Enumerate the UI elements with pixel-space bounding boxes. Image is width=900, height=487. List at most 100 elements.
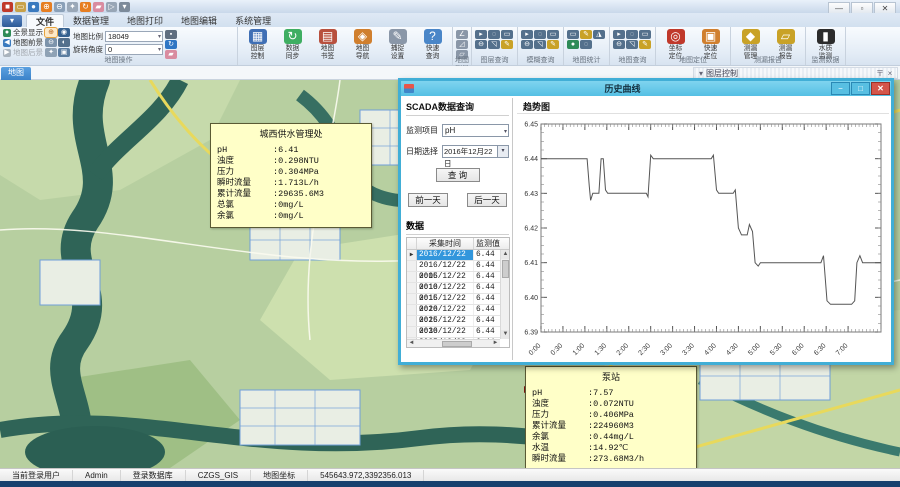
tool-icon[interactable]: ◌	[488, 30, 500, 39]
save-map-icon[interactable]: ▪	[165, 30, 177, 39]
table-row[interactable]: 2016/12/22 0:356.44	[407, 327, 509, 338]
ribbon-tab-3[interactable]: 地图打印	[118, 14, 172, 27]
tool-icon[interactable]: ◹	[488, 40, 500, 49]
vertical-scroll-thumb[interactable]	[502, 260, 509, 278]
eraser-icon[interactable]: ▰	[93, 2, 104, 12]
pan-icon[interactable]: ✦	[67, 2, 78, 12]
zoom-out-icon[interactable]: ⊖	[54, 2, 65, 12]
ribbon-tab-4[interactable]: 地图编辑	[172, 14, 226, 27]
refresh-icon[interactable]: ↻	[80, 2, 91, 12]
button-label-line: 图层	[251, 45, 265, 53]
rotation-combo[interactable]: 0	[105, 44, 163, 55]
ribbon-tab-1[interactable]: 文件	[26, 14, 64, 27]
ribbon-button-地图导航[interactable]: ◈地图导航	[346, 28, 379, 56]
open-map-icon[interactable]: ▭	[15, 2, 26, 12]
search-button[interactable]: 查 询	[436, 168, 480, 182]
table-row[interactable]: 2016/12/22 0:106.44	[407, 272, 509, 283]
tool-icon[interactable]: ▸	[613, 30, 625, 39]
tool-icon[interactable]: ⊖	[475, 40, 487, 49]
tool-icon[interactable]: ▸	[475, 30, 487, 39]
ribbon-button-快速定位[interactable]: ▣快速定位	[694, 28, 727, 56]
table-row[interactable]: 2016/12/22 0:206.44	[407, 294, 509, 305]
nav-button-1[interactable]: ●全景显示	[3, 28, 43, 37]
table-row[interactable]: 2016/12/22 0:156.44	[407, 283, 509, 294]
app-menu-button[interactable]: ▾	[2, 15, 22, 27]
table-row[interactable]: ▶2016/12/226.44	[407, 250, 509, 261]
group-label-4: 模糊查询	[518, 56, 563, 65]
table-row[interactable]: 2016/12/22 0:056.44	[407, 261, 509, 272]
dialog-titlebar[interactable]: 历史曲线 − □ ✕	[401, 81, 891, 96]
swap-view-tool[interactable]: ◐	[58, 38, 70, 47]
ribbon-tab-5[interactable]: 系统管理	[226, 14, 280, 27]
full-extent-tool[interactable]: ◉	[58, 28, 70, 37]
scroll-right-icon[interactable]: ►	[491, 340, 500, 348]
tool-icon[interactable]: ▭	[501, 30, 513, 39]
chevron-down-icon[interactable]: ▾	[696, 69, 706, 78]
tool-icon[interactable]: ◹	[534, 40, 546, 49]
scroll-up-icon[interactable]: ▲	[501, 250, 510, 259]
tool-icon[interactable]: ▸	[521, 30, 533, 39]
app-logo-icon[interactable]: ■	[2, 2, 13, 12]
previous-day-button[interactable]: 前一天	[408, 193, 448, 207]
ribbon-button-捕捉设置[interactable]: ✎捕捉设置	[381, 28, 414, 56]
column-header-value[interactable]: 监测值	[474, 238, 509, 249]
pin-icon[interactable]: 〒	[875, 68, 885, 79]
tool-icon[interactable]: ✎	[580, 30, 592, 39]
trend-chart[interactable]: 6.456.446.436.426.416.406.390:000:301:00…	[517, 114, 890, 364]
calendar-dropdown-icon[interactable]: ▾	[497, 146, 508, 157]
scale-combo[interactable]: 18049	[105, 31, 163, 42]
dialog-minimize-button[interactable]: −	[831, 82, 850, 95]
vertical-scrollbar[interactable]: ▲ ▼	[500, 250, 509, 339]
ribbon-button-坐标定位[interactable]: ◎坐标定位	[659, 28, 692, 56]
nav-button-2[interactable]: ◀地图前景	[3, 38, 43, 47]
tool-icon[interactable]: ⊖	[613, 40, 625, 49]
tool-icon[interactable]: ◿	[456, 40, 468, 49]
ribbon-button-水质监测[interactable]: ▮水质监测	[809, 28, 842, 56]
monitor-item-select[interactable]: pH	[442, 124, 509, 137]
tooltip-row: 累计流量:224960M3	[532, 421, 690, 432]
quickbar-dropdown-icon[interactable]: ▾	[119, 2, 130, 12]
dialog-close-button[interactable]: ✕	[871, 82, 890, 95]
select-icon[interactable]: ▷	[106, 2, 117, 12]
tool-icon[interactable]: ✎	[639, 40, 651, 49]
tool-icon[interactable]: ◮	[593, 30, 605, 39]
tool-icon[interactable]: ∠	[456, 30, 468, 39]
next-day-button[interactable]: 后一天	[467, 193, 507, 207]
tool-icon[interactable]: ◌	[534, 30, 546, 39]
scroll-down-icon[interactable]: ▼	[501, 330, 510, 339]
scroll-left-icon[interactable]: ◄	[407, 340, 416, 348]
tool-icon[interactable]: ●	[567, 40, 579, 49]
zoom-in-tool[interactable]: ⊕	[45, 28, 57, 37]
table-row[interactable]: 2016/12/22 0:306.44	[407, 316, 509, 327]
tool-icon[interactable]: ◌	[580, 40, 592, 49]
tool-icon[interactable]: ✎	[501, 40, 513, 49]
date-picker[interactable]: 2016年12月22日 ▾	[442, 145, 509, 158]
ribbon-button-测漏报告[interactable]: ▱测漏报告	[769, 28, 802, 56]
zoom-in-icon[interactable]: ⊕	[41, 2, 52, 12]
ribbon-button-快速查询[interactable]: ?快速查询	[416, 28, 449, 56]
ribbon-button-地图书签[interactable]: ▤地图书签	[311, 28, 344, 56]
table-row[interactable]: 2016/12/22 0:256.44	[407, 305, 509, 316]
tool-icon[interactable]: ▭	[547, 30, 559, 39]
tool-icon[interactable]: ◹	[626, 40, 638, 49]
svg-text:3:00: 3:00	[659, 342, 674, 357]
horizontal-scrollbar[interactable]: ◄ ►	[407, 339, 500, 347]
close-panel-icon[interactable]: ×	[885, 69, 895, 78]
dialog-maximize-button[interactable]: □	[851, 82, 870, 95]
map-document-tab[interactable]: 地图	[1, 67, 31, 80]
tool-icon[interactable]: ▭	[639, 30, 651, 39]
zoom-out-tool[interactable]: ⊖	[45, 38, 57, 47]
globe-icon[interactable]: ●	[28, 2, 39, 12]
column-header-time[interactable]: 采集时间	[417, 238, 474, 249]
ribbon-tab-2[interactable]: 数据管理	[64, 14, 118, 27]
tool-icon[interactable]: ◌	[626, 30, 638, 39]
ribbon-button-数据同步[interactable]: ↻数据同步	[276, 28, 309, 56]
station-tooltip-chengxi: 城西供水管理处 pH:6.41浊度:0.298NTU压力:0.304MPa瞬时流…	[210, 123, 372, 228]
horizontal-scroll-thumb[interactable]	[442, 341, 472, 347]
tool-icon[interactable]: ✎	[547, 40, 559, 49]
ribbon-button-测漏管理[interactable]: ◆测漏管理	[734, 28, 767, 56]
tool-icon[interactable]: ⊖	[521, 40, 533, 49]
tool-icon[interactable]: ▭	[567, 30, 579, 39]
ribbon-button-图层控制[interactable]: ▦图层控制	[241, 28, 274, 56]
refresh-map-icon[interactable]: ↻	[165, 40, 177, 49]
